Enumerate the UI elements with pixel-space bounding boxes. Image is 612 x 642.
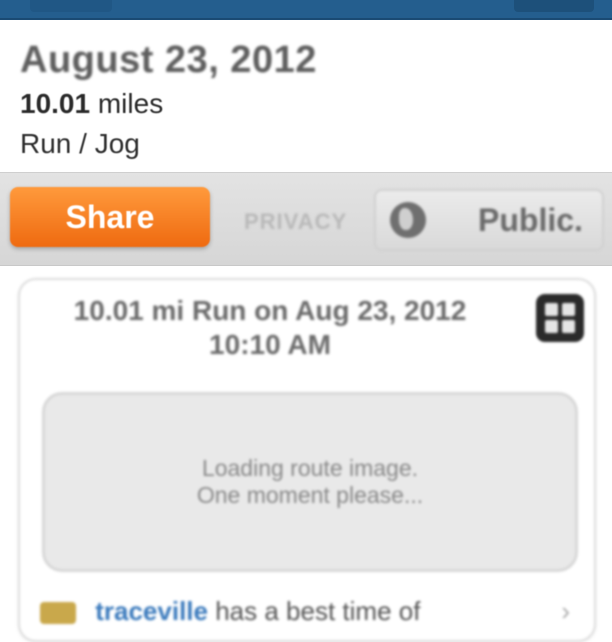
- card-title: 10.01 mi Run on Aug 23, 2012 10:10 AM: [20, 294, 520, 362]
- privacy-value: Public.: [478, 201, 583, 238]
- workout-summary: August 23, 2012 10.01 miles Run / Jog: [20, 36, 600, 163]
- privacy-selector[interactable]: Public.: [374, 189, 604, 251]
- globe-icon: [390, 202, 426, 238]
- share-button[interactable]: Share: [10, 187, 210, 247]
- route-map-placeholder[interactable]: Loading route image. One moment please..…: [42, 392, 578, 572]
- friend-best-time-row[interactable]: traceville has a best time of ›: [40, 596, 580, 626]
- chevron-right-icon: ›: [561, 596, 570, 626]
- friend-best-time-text: has a best time of: [215, 596, 421, 626]
- loading-text-line-1: Loading route image.: [201, 455, 419, 481]
- friend-username[interactable]: traceville: [95, 596, 208, 626]
- workout-date: August 23, 2012: [20, 39, 317, 81]
- loading-text-line-2: One moment please...: [196, 482, 424, 508]
- share-bar: Share PRIVACY Public.: [0, 172, 612, 266]
- expand-icon[interactable]: [536, 294, 584, 342]
- distance-value: 10.01: [20, 88, 91, 119]
- card-title-line-2: 10:10 AM: [209, 329, 331, 360]
- distance-unit: miles: [97, 88, 164, 119]
- card-title-line-1: 10.01 mi Run on Aug 23, 2012: [73, 295, 467, 326]
- back-button[interactable]: [30, 0, 112, 12]
- privacy-label: PRIVACY: [244, 209, 348, 234]
- workout-card: 10.01 mi Run on Aug 23, 2012 10:10 AM Lo…: [18, 278, 596, 642]
- workout-distance: 10.01 miles: [20, 86, 600, 122]
- top-navigation-bar: [0, 0, 612, 20]
- trophy-icon: [40, 602, 76, 625]
- activity-type: Run / Jog: [20, 128, 140, 159]
- nav-action-button[interactable]: [514, 0, 594, 12]
